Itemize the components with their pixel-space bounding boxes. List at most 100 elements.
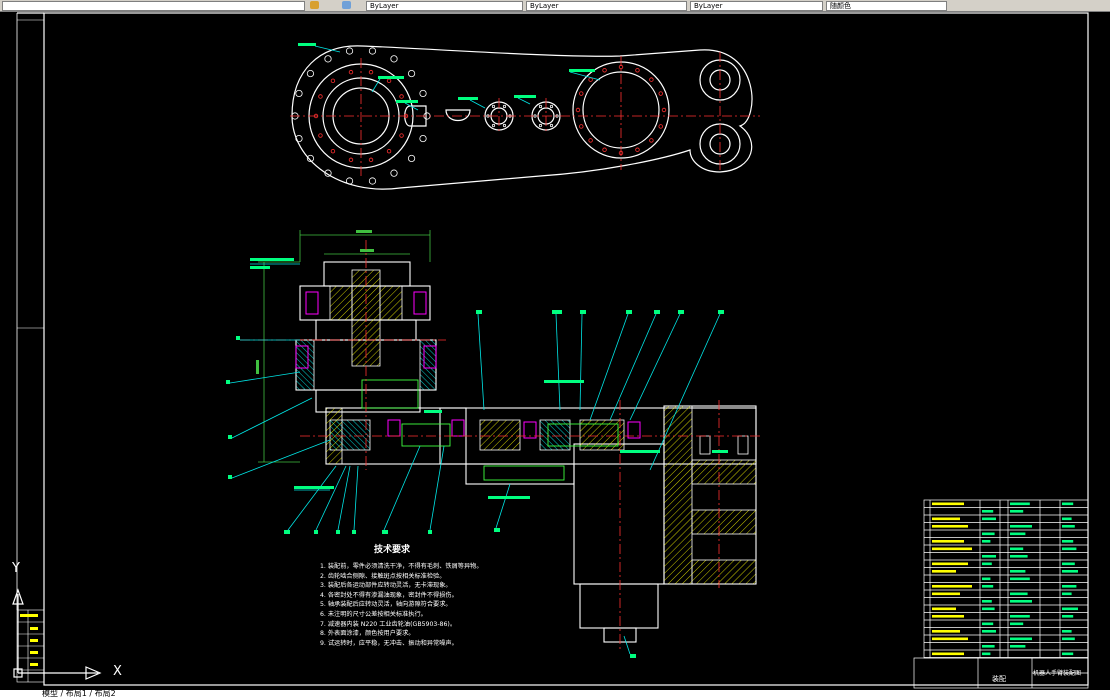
layer-manager-icon[interactable]: [342, 1, 351, 9]
parts-list-cell-text: [982, 577, 991, 581]
parts-list-cell-text: [1062, 637, 1075, 641]
tech-note: 2. 齿轮啮合侧隙、接触斑点按相关标准检验。: [320, 572, 446, 580]
tech-note: 1. 装配前，零件必须清洗干净，不得有毛刺、铁屑等异物。: [320, 563, 483, 570]
color-dropdown[interactable]: ByLayer: [366, 1, 523, 11]
parts-list-cell-text: [1062, 540, 1074, 543]
bolt-hole: [399, 133, 404, 138]
parts-list-cell-text: [1010, 600, 1032, 603]
bolt-hole: [661, 107, 667, 113]
tech-note: 8. 外表面涂漆，颜色按用户要求。: [320, 630, 415, 638]
bolt-hole: [399, 94, 404, 99]
bolt-hole: [502, 123, 507, 128]
ucs-x-label: X: [113, 664, 122, 679]
bolt-hole: [491, 123, 496, 128]
parts-list-cell-text: [1062, 570, 1078, 573]
tech-note: 6. 未注明的尺寸公差按相关标准执行。: [320, 610, 427, 618]
parts-list-cell-text: [982, 622, 994, 626]
bolt-hole: [491, 104, 496, 109]
bolt-hole: [602, 68, 607, 73]
drawing-frame: [16, 12, 1089, 686]
bolt-hole: [330, 148, 336, 154]
parts-list-cell-text: [932, 540, 964, 543]
bolt-hole: [658, 91, 663, 96]
linetype-dropdown[interactable]: ByLayer: [526, 1, 687, 11]
bolt-hole: [348, 157, 354, 163]
parts-list-cell-text: [932, 630, 960, 633]
plotstyle-dropdown[interactable]: 随颜色: [826, 1, 947, 11]
bolt-hole: [588, 138, 593, 143]
parts-list-cell-text: [1062, 517, 1072, 521]
layout-tabs-bar[interactable]: 模型 / 布局1 / 布局2: [0, 690, 1110, 698]
bolt-hole: [295, 89, 303, 98]
parts-list-text: [932, 502, 1078, 656]
bolt-hole: [348, 69, 354, 75]
parts-list-cell-text: [932, 547, 972, 551]
parts-list-cell-text: [982, 510, 994, 513]
bolt-hole: [306, 69, 315, 78]
parts-list-cell-text: [982, 585, 994, 588]
bolt-hole: [602, 147, 607, 152]
bolt-hole: [649, 138, 654, 143]
parts-list-cell-text: [932, 615, 964, 618]
bolt-hole: [368, 47, 377, 55]
lineweight-dropdown[interactable]: ByLayer: [690, 1, 823, 11]
bolt-hole: [345, 177, 354, 185]
parts-list-cell-text: [1010, 555, 1028, 558]
bolt-hole: [579, 91, 584, 96]
bolt-hole: [575, 107, 581, 113]
bolt-hole: [368, 177, 377, 185]
parts-list-cell-text: [932, 592, 960, 596]
parts-list-cell-text: [932, 517, 960, 521]
parts-list-cell-text: [1010, 525, 1032, 528]
parts-list-cell-text: [1062, 562, 1075, 566]
model-space-canvas[interactable]: [0, 11, 1110, 690]
parts-list-cell-text: [1062, 547, 1077, 551]
bolt-hole: [549, 123, 554, 128]
parts-list-cell-text: [1010, 570, 1026, 573]
tech-note: 3. 装配后各运动部件应转动灵活，无卡滞现象。: [320, 582, 452, 590]
parts-list-cell-text: [1010, 577, 1030, 581]
parts-list-cell-text: [982, 600, 992, 603]
bolt-hole: [318, 133, 323, 138]
bolt-hole: [538, 123, 543, 128]
parts-list-cell-text: [932, 562, 968, 566]
bolt-hole: [318, 94, 323, 99]
bolt-hole: [345, 47, 354, 55]
bolt-hole: [658, 124, 663, 129]
parts-list-cell-text: [982, 540, 991, 543]
bolt-hole: [635, 68, 640, 73]
parts-list-cell-text: [1010, 510, 1024, 513]
layer-dropdown[interactable]: [2, 1, 305, 11]
bolt-hole: [386, 148, 392, 154]
parts-list-cell-text: [932, 607, 956, 611]
bolt-hole: [386, 78, 392, 84]
parts-list-cell-text: [932, 585, 972, 588]
parts-list-cell-text: [1062, 585, 1077, 588]
bolt-hole: [324, 55, 332, 63]
bolt-hole: [330, 78, 336, 84]
bolt-hole: [390, 55, 398, 63]
bolt-hole: [588, 77, 593, 82]
bolt-hole: [419, 89, 427, 98]
parts-list-cell-text: [982, 517, 996, 521]
bolt-hole: [579, 124, 584, 129]
parts-list-cell-text: [1062, 525, 1075, 528]
parts-list-cell-text: [932, 652, 964, 656]
tech-note: 7. 减速器内装 N220 工业齿轮油(GB5903-86)。: [320, 620, 457, 628]
title-block-drawing-name: 机器人手臂装配图: [1033, 670, 1082, 677]
parts-list-cell-text: [1062, 615, 1074, 618]
parts-list-cell-text: [1062, 630, 1072, 633]
bolt-hole: [407, 69, 416, 78]
bolt-hole: [390, 169, 398, 177]
parts-list-cell-text: [982, 562, 992, 566]
parts-list-cell-text: [1062, 592, 1072, 596]
revision-strip: [16, 609, 45, 683]
parts-list-cell-text: [932, 502, 964, 506]
layer-state-icon[interactable]: [310, 1, 319, 9]
parts-list-cell-text: [1010, 637, 1032, 641]
layout-tabs[interactable]: 模型 / 布局1 / 布局2: [42, 689, 116, 698]
parts-list-cell-text: [982, 607, 995, 611]
parts-list-cell-text: [932, 570, 956, 573]
center-lines-top: [290, 52, 760, 176]
parts-list-cell-text: [982, 645, 995, 648]
